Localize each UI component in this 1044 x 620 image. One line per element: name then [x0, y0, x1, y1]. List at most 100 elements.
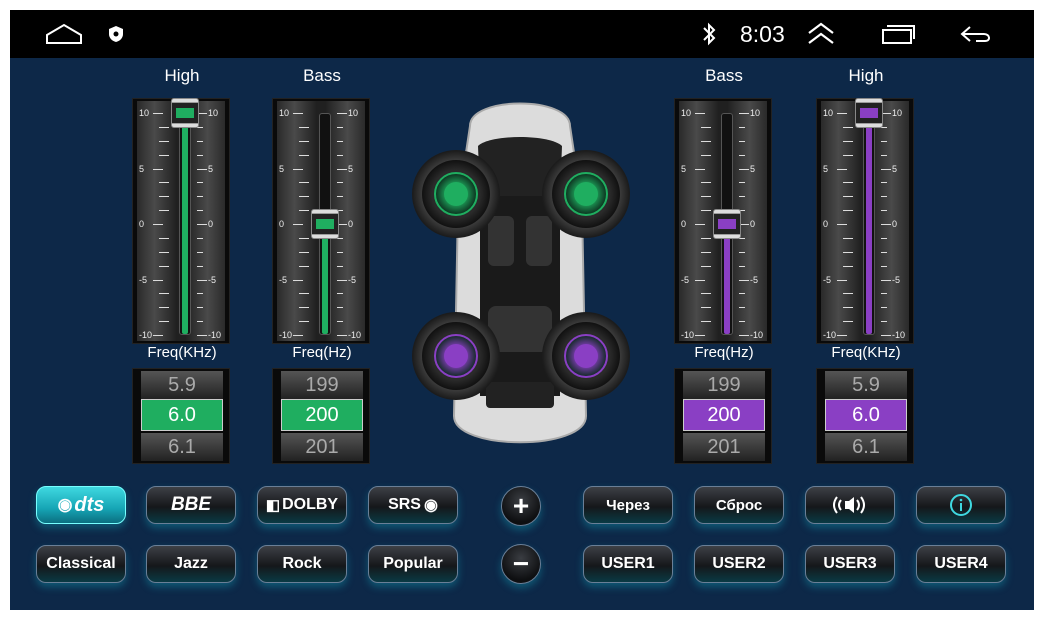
scale-tick	[739, 113, 749, 114]
scale-tick	[337, 182, 343, 184]
high-slider[interactable]: 10 10 5 5 0 0 -5 -5 -10 -10	[816, 98, 914, 344]
scale-tick	[159, 210, 169, 212]
back-icon[interactable]	[956, 10, 996, 58]
scale-tick	[197, 307, 203, 309]
scale-tick	[701, 140, 711, 142]
dolby-logo-icon: ◧	[265, 497, 281, 514]
frequency-picker[interactable]: 199 200 201	[674, 368, 772, 464]
user4-button[interactable]: USER4	[916, 545, 1006, 583]
preset-label: Jazz	[174, 555, 208, 572]
slider-track[interactable]	[863, 113, 875, 335]
scale-label: 0	[348, 219, 354, 229]
scale-tick	[739, 140, 745, 142]
picker-prev-value[interactable]: 5.9	[825, 371, 907, 399]
plus-button[interactable]: +	[501, 486, 541, 526]
dolby-button[interactable]: ◧ DOLBY	[257, 486, 347, 524]
info-button[interactable]	[916, 486, 1006, 524]
home-icon[interactable]	[44, 10, 84, 58]
preset-jazz-button[interactable]: Jazz	[146, 545, 236, 583]
scale-tick	[293, 168, 303, 170]
recent-apps-icon[interactable]	[878, 10, 918, 58]
plus-icon: +	[512, 490, 530, 521]
bluetooth-icon	[698, 10, 720, 58]
speaker-front-left[interactable]	[412, 150, 500, 238]
picker-next-value[interactable]: 6.1	[141, 433, 223, 461]
scale-tick	[197, 196, 203, 198]
scale-tick	[843, 126, 853, 128]
bbe-button[interactable]: BBE	[146, 486, 236, 524]
scale-tick	[197, 140, 203, 142]
scale-tick	[843, 251, 853, 253]
preset-popular-button[interactable]: Popular	[368, 545, 458, 583]
scale-label: -5	[208, 274, 217, 285]
scale-tick	[881, 224, 891, 225]
scale-label: 5	[348, 163, 354, 174]
slider-thumb[interactable]	[171, 98, 199, 128]
frequency-picker[interactable]: 199 200 201	[272, 368, 370, 464]
scale-tick	[701, 237, 711, 239]
picker-next-value[interactable]: 6.1	[825, 433, 907, 461]
slider-thumb[interactable]	[311, 209, 339, 239]
scale-tick	[739, 126, 745, 128]
scale-tick	[837, 224, 847, 225]
slider-track[interactable]	[179, 113, 191, 335]
slider-thumb[interactable]	[855, 98, 883, 128]
frequency-picker[interactable]: 5.9 6.0 6.1	[132, 368, 230, 464]
high-slider[interactable]: 10 10 5 5 0 0 -5 -5 -10 -10	[132, 98, 230, 344]
scale-tick	[197, 154, 203, 156]
speaker-rear-left[interactable]	[412, 312, 500, 400]
minus-button[interactable]: −	[501, 544, 541, 584]
speaker-front-right[interactable]	[542, 150, 630, 238]
scale-label: -10	[139, 330, 153, 340]
user-preset-label: USER2	[712, 555, 766, 572]
srs-button[interactable]: SRS ◉	[368, 486, 458, 524]
scale-tick	[159, 237, 169, 239]
picker-next-value[interactable]: 201	[281, 433, 363, 461]
scale-tick	[159, 293, 169, 295]
picker-prev-value[interactable]: 5.9	[141, 371, 223, 399]
scale-tick	[881, 168, 891, 170]
picker-prev-value[interactable]: 199	[683, 371, 765, 399]
freq-label: Freq(KHz)	[147, 344, 217, 361]
scale-label: 10	[208, 108, 219, 118]
scale-tick	[159, 265, 169, 267]
picker-prev-value[interactable]: 199	[281, 371, 363, 399]
scale-tick	[337, 307, 343, 309]
scale-label: 10	[823, 108, 834, 118]
user3-button[interactable]: USER3	[805, 545, 895, 583]
scale-tick	[299, 196, 309, 198]
scale-label: 0	[750, 219, 756, 229]
scale-label: -10	[279, 330, 293, 340]
user2-button[interactable]: USER2	[694, 545, 784, 583]
bass-slider[interactable]: 10 10 5 5 0 0 -5 -5 -10 -10	[674, 98, 772, 344]
picker-next-value[interactable]: 201	[683, 433, 765, 461]
slider-fill	[322, 224, 328, 334]
freq-label: Freq(KHz)	[831, 344, 901, 361]
surround-button[interactable]	[805, 486, 895, 524]
dolby-label: DOLBY	[282, 496, 339, 513]
scale-tick	[197, 265, 203, 267]
dts-button[interactable]: ◉ dts	[36, 486, 126, 524]
equalizer-screen: 8:03 High 10 10 5 5 0 0 -5 -5 -10 -10 Freq(KHz) 5.9 6…	[10, 10, 1034, 610]
scale-label: 0	[681, 219, 687, 229]
picker-selected-value: 6.0	[825, 399, 907, 431]
scale-label: 10	[892, 108, 903, 118]
scale-tick	[159, 251, 169, 253]
user-preset-label: USER3	[823, 555, 877, 572]
bass-slider[interactable]: 10 10 5 5 0 0 -5 -5 -10 -10	[272, 98, 370, 344]
reset-button[interactable]: Сброс	[694, 486, 784, 524]
user1-button[interactable]: USER1	[583, 545, 673, 583]
preset-rock-button[interactable]: Rock	[257, 545, 347, 583]
slider-thumb[interactable]	[713, 209, 741, 239]
via-button[interactable]: Через	[583, 486, 673, 524]
scale-tick	[701, 265, 711, 267]
scale-tick	[881, 293, 887, 295]
scale-tick	[159, 140, 169, 142]
scale-label: 10	[139, 108, 150, 118]
double-chevron-up-icon[interactable]	[804, 10, 838, 58]
frequency-picker[interactable]: 5.9 6.0 6.1	[816, 368, 914, 464]
speaker-rear-right[interactable]	[542, 312, 630, 400]
scale-tick	[299, 237, 309, 239]
preset-classical-button[interactable]: Classical	[36, 545, 126, 583]
scale-tick	[739, 321, 745, 323]
